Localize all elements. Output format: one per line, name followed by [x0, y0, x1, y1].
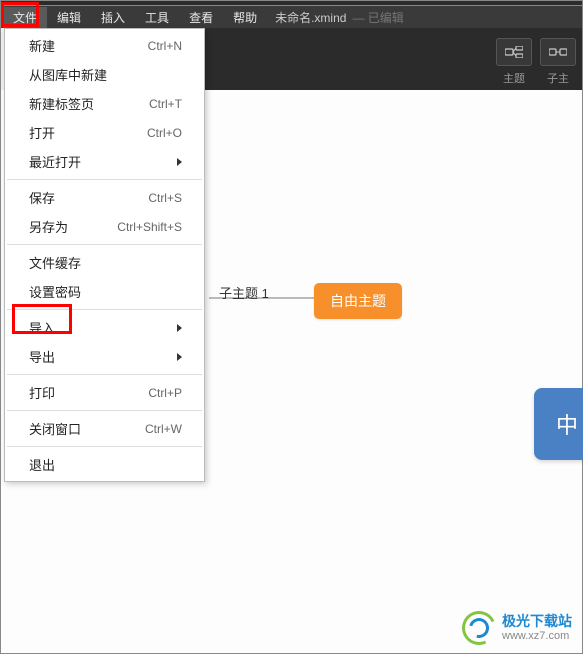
menu-item-label: 导入	[29, 318, 55, 337]
menu-item-label: 关闭窗口	[29, 419, 81, 438]
menu-item-label: 从图库中新建	[29, 65, 107, 84]
watermark-text: 极光下载站 www.xz7.com	[502, 614, 572, 641]
toolbar-subtopic-group: 子主	[540, 38, 576, 86]
menu-item-open[interactable]: 打开 Ctrl+O	[5, 118, 204, 147]
toolbar-topic-group: 主题	[496, 38, 532, 86]
menu-item-label: 打印	[29, 383, 55, 402]
node-subtopic-1[interactable]: 子主题 1	[219, 283, 269, 302]
toolbar-subtopic-button[interactable]	[540, 38, 576, 66]
toolbar-topic-label: 主题	[503, 70, 525, 86]
menu-edit[interactable]: 编辑	[47, 7, 91, 28]
menu-item-close-window[interactable]: 关闭窗口 Ctrl+W	[5, 414, 204, 443]
menu-item-shortcut: Ctrl+S	[148, 191, 182, 205]
toolbar: 主题 子主	[202, 28, 582, 90]
watermark-site-url: www.xz7.com	[502, 630, 572, 642]
menu-bar: 文件 编辑 插入 工具 查看 帮助 未命名.xmind — 已编辑	[1, 6, 582, 28]
menu-item-set-password[interactable]: 设置密码	[5, 277, 204, 306]
subtopic-icon	[549, 46, 567, 58]
menu-item-label: 导出	[29, 347, 55, 366]
node-free-topic[interactable]: 自由主题	[314, 283, 402, 319]
menu-file[interactable]: 文件	[3, 7, 47, 28]
menu-item-label: 保存	[29, 188, 55, 207]
menu-item-label: 新建标签页	[29, 94, 94, 113]
node-center-topic[interactable]: 中	[534, 388, 583, 460]
menu-item-label: 最近打开	[29, 152, 81, 171]
menu-item-label: 文件缓存	[29, 253, 81, 272]
menu-separator	[7, 410, 202, 411]
menu-help[interactable]: 帮助	[223, 7, 267, 28]
menu-item-print[interactable]: 打印 Ctrl+P	[5, 378, 204, 407]
watermark: 极光下载站 www.xz7.com	[462, 611, 572, 645]
menu-item-cache[interactable]: 文件缓存	[5, 248, 204, 277]
menu-item-exit[interactable]: 退出	[5, 450, 204, 479]
menu-item-label: 另存为	[29, 217, 68, 236]
watermark-logo-icon	[462, 611, 496, 645]
menu-tools[interactable]: 工具	[135, 7, 179, 28]
menu-item-new[interactable]: 新建 Ctrl+N	[5, 31, 204, 60]
menu-item-shortcut: Ctrl+Shift+S	[117, 220, 182, 234]
submenu-arrow-icon	[177, 353, 182, 361]
toolbar-topic-button[interactable]	[496, 38, 532, 66]
menu-item-export[interactable]: 导出	[5, 342, 204, 371]
menu-item-save[interactable]: 保存 Ctrl+S	[5, 183, 204, 212]
menu-item-save-as[interactable]: 另存为 Ctrl+Shift+S	[5, 212, 204, 241]
document-filename: 未命名.xmind	[275, 9, 346, 26]
menu-item-shortcut: Ctrl+W	[145, 422, 182, 436]
menu-item-shortcut: Ctrl+N	[148, 39, 182, 53]
toolbar-subtopic-label: 子主	[547, 70, 569, 86]
file-dropdown-menu: 新建 Ctrl+N 从图库中新建 新建标签页 Ctrl+T 打开 Ctrl+O …	[4, 28, 205, 482]
menu-separator	[7, 446, 202, 447]
menu-item-new-tab[interactable]: 新建标签页 Ctrl+T	[5, 89, 204, 118]
menu-item-shortcut: Ctrl+O	[147, 126, 182, 140]
menu-separator	[7, 309, 202, 310]
menu-separator	[7, 244, 202, 245]
menu-view[interactable]: 查看	[179, 7, 223, 28]
topic-icon	[505, 46, 523, 58]
menu-separator	[7, 179, 202, 180]
menu-item-new-from-library[interactable]: 从图库中新建	[5, 60, 204, 89]
watermark-site-name: 极光下载站	[502, 614, 572, 629]
menu-item-label: 打开	[29, 123, 55, 142]
menu-item-recent[interactable]: 最近打开	[5, 147, 204, 176]
menu-item-import[interactable]: 导入	[5, 313, 204, 342]
menu-item-label: 新建	[29, 36, 55, 55]
submenu-arrow-icon	[177, 324, 182, 332]
menu-item-label: 退出	[29, 455, 55, 474]
menu-insert[interactable]: 插入	[91, 7, 135, 28]
submenu-arrow-icon	[177, 158, 182, 166]
menu-item-shortcut: Ctrl+T	[149, 97, 182, 111]
menu-item-label: 设置密码	[29, 282, 81, 301]
document-edited-indicator: — 已编辑	[352, 9, 403, 26]
menu-separator	[7, 374, 202, 375]
menu-item-shortcut: Ctrl+P	[148, 386, 182, 400]
title-area: 未命名.xmind — 已编辑	[275, 9, 404, 26]
